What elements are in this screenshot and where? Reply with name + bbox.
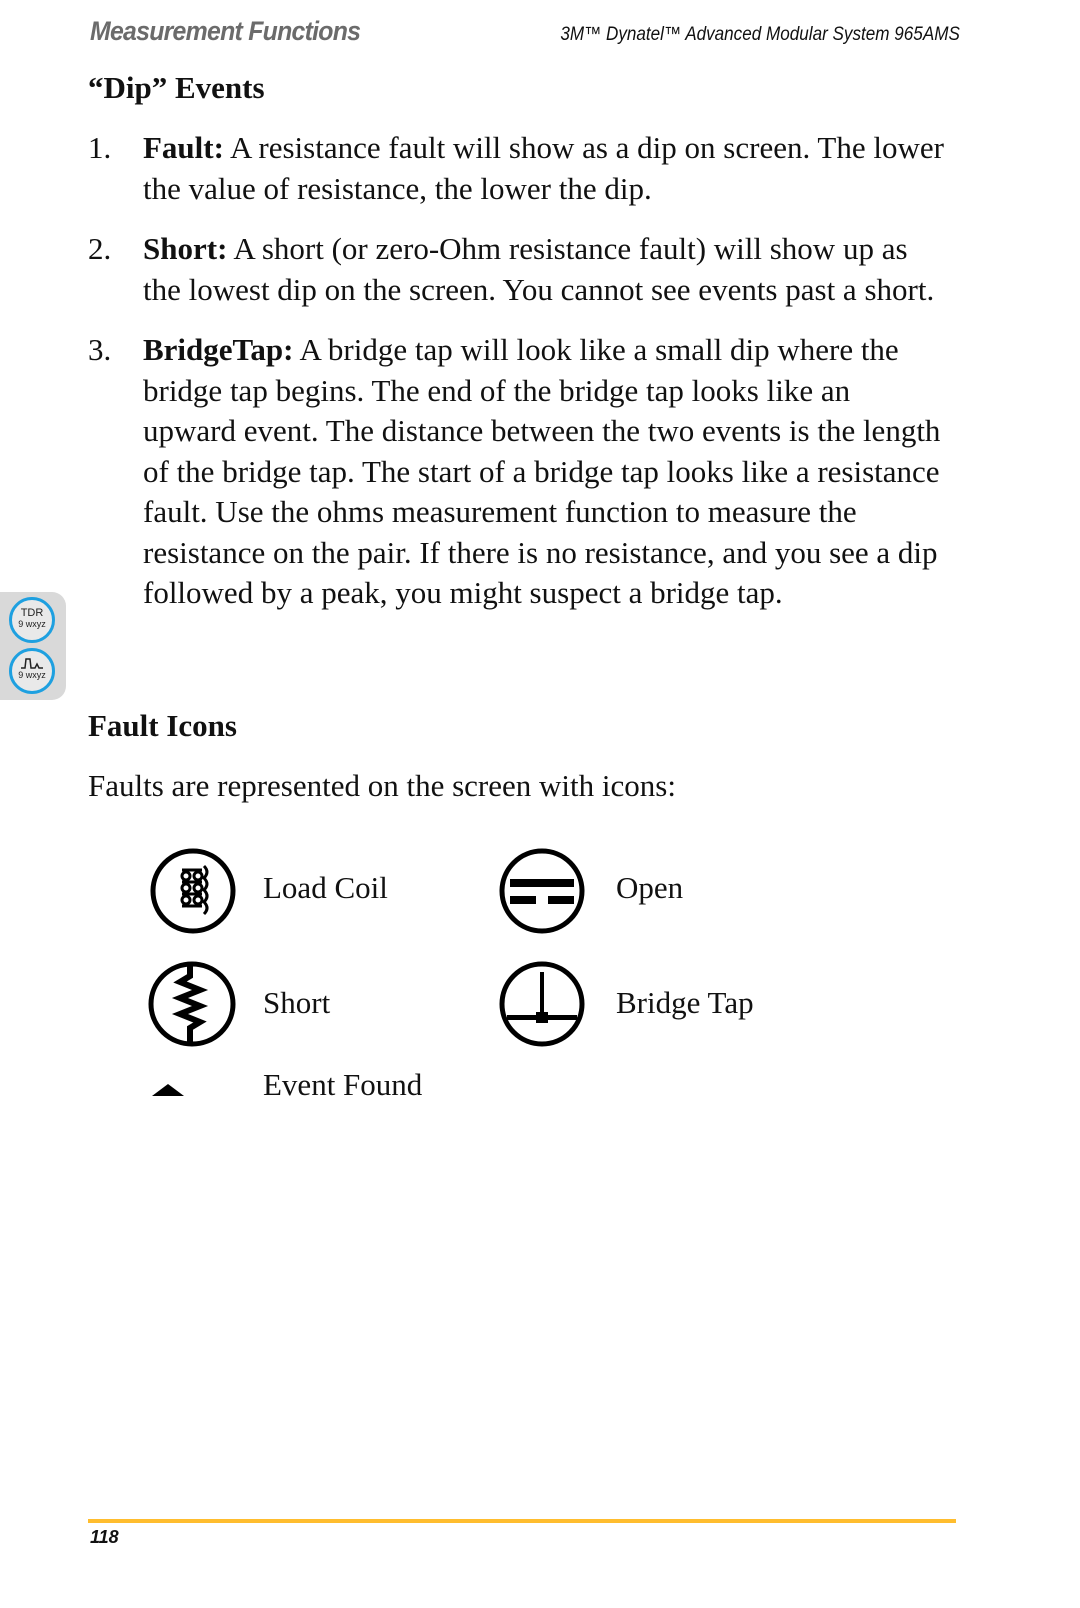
bridge-tap-label: Bridge Tap: [616, 985, 754, 1020]
fault-icons-intro: Faults are represented on the screen wit…: [88, 768, 676, 803]
list-number: 1.: [88, 130, 112, 165]
product-title: 3M™ Dynatel™ Advanced Modular System 965…: [560, 24, 960, 45]
list-text: A short (or zero-Ohm resistance fault) w…: [143, 231, 935, 307]
footer-rule: [88, 1519, 956, 1523]
list-term: Short:: [143, 231, 228, 266]
list-item: 3. BridgeTap: A bridge tap will look lik…: [88, 330, 948, 614]
list-item: 1. Fault: A resistance fault will show a…: [88, 128, 948, 209]
load-coil-icon: [150, 848, 236, 934]
list-number: 3.: [88, 332, 112, 367]
list-number: 2.: [88, 231, 112, 266]
list-item: 2. Short: A short (or zero-Ohm resistanc…: [88, 229, 948, 310]
dip-events-list: 1. Fault: A resistance fault will show a…: [88, 128, 948, 634]
waveform-icon: [21, 658, 43, 669]
page-number: 118: [90, 1527, 119, 1547]
dip-events-heading: “Dip” Events: [88, 70, 265, 105]
list-term: BridgeTap:: [143, 332, 294, 367]
section-title: Measurement Functions: [90, 16, 361, 46]
fault-icons-heading: Fault Icons: [88, 708, 237, 743]
short-label: Short: [263, 985, 331, 1020]
open-icon: [499, 848, 585, 934]
list-text: A bridge tap will look like a small dip …: [143, 332, 941, 610]
short-icon: [148, 961, 236, 1047]
side-tab: TDR 9 wxyz 9 wxyz: [0, 592, 66, 700]
open-label: Open: [616, 870, 684, 905]
list-text: A resistance fault will show as a dip on…: [143, 130, 944, 206]
trace-key-icon: 9 wxyz: [9, 648, 55, 694]
event-found-icon: [152, 1084, 184, 1096]
list-term: Fault:: [143, 130, 224, 165]
bridge-tap-icon: [499, 961, 585, 1047]
event-found-label: Event Found: [263, 1067, 423, 1102]
tdr-key-icon: TDR 9 wxyz: [9, 597, 55, 643]
load-coil-label: Load Coil: [263, 870, 388, 905]
